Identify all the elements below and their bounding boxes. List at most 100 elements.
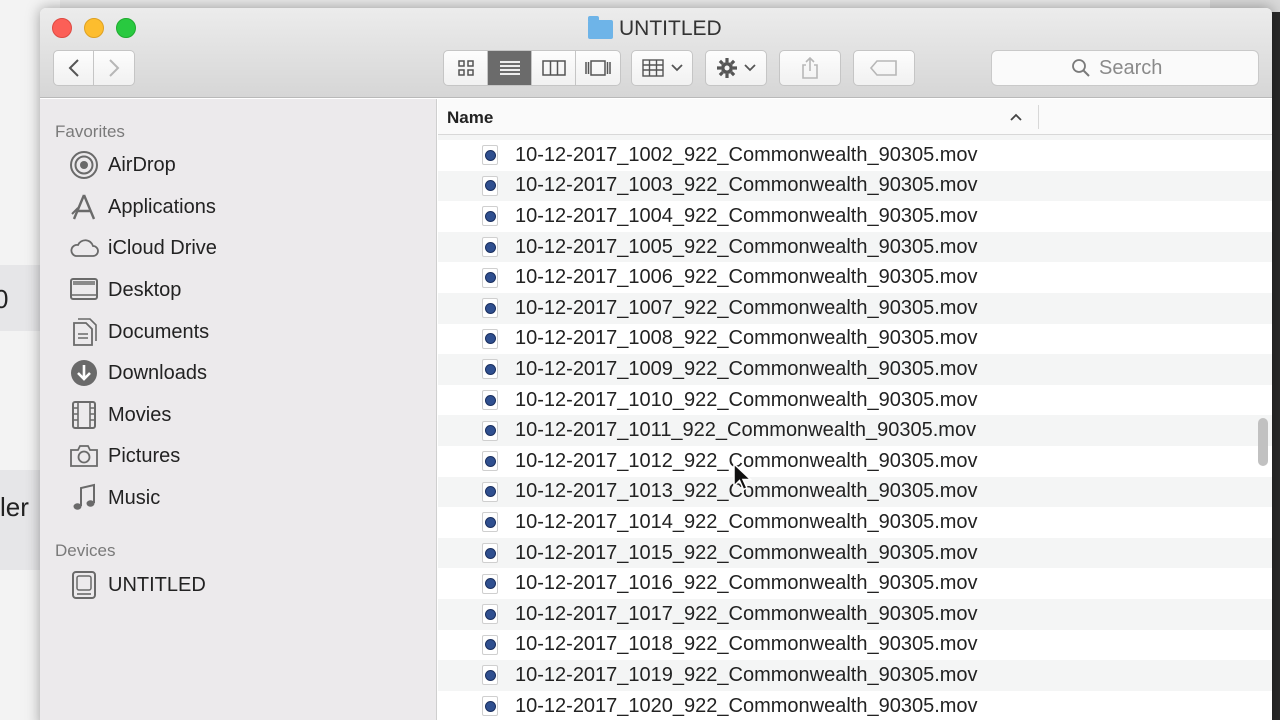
movie-file-icon xyxy=(482,573,498,594)
file-name: 10-12-2017_1007_922_Commonwealth_90305.m… xyxy=(515,296,978,319)
applications-icon xyxy=(68,191,100,223)
table-row[interactable]: 10-12-2017_1017_922_Commonwealth_90305.m… xyxy=(438,599,1272,630)
sidebar-item-pictures[interactable]: Pictures xyxy=(68,438,180,474)
file-name: 10-12-2017_1006_922_Commonwealth_90305.m… xyxy=(515,266,978,289)
file-name: 10-12-2017_1016_922_Commonwealth_90305.m… xyxy=(515,572,978,595)
sidebar-item-airdrop[interactable]: AirDrop xyxy=(68,147,176,183)
table-row[interactable]: 10-12-2017_1002_922_Commonwealth_90305.m… xyxy=(438,140,1272,171)
movie-file-icon xyxy=(482,237,498,258)
movie-file-icon xyxy=(482,665,498,686)
desktop-icon xyxy=(68,274,100,306)
table-row[interactable]: 10-12-2017_1006_922_Commonwealth_90305.m… xyxy=(438,262,1272,293)
action-button[interactable] xyxy=(705,50,767,86)
table-row[interactable]: 10-12-2017_1010_922_Commonwealth_90305.m… xyxy=(438,385,1272,416)
sidebar-item-untitled[interactable]: UNTITLED xyxy=(68,567,206,603)
chevron-down-icon xyxy=(744,64,756,72)
table-row[interactable]: 10-12-2017_1008_922_Commonwealth_90305.m… xyxy=(438,324,1272,355)
table-row[interactable]: 10-12-2017_1007_922_Commonwealth_90305.m… xyxy=(438,293,1272,324)
file-name: 10-12-2017_1018_922_Commonwealth_90305.m… xyxy=(515,633,978,656)
name-column-header[interactable]: Name xyxy=(447,108,493,128)
downloads-icon xyxy=(68,357,100,389)
movie-file-icon xyxy=(482,543,498,564)
file-name: 10-12-2017_1002_922_Commonwealth_90305.m… xyxy=(515,143,978,166)
tag-icon xyxy=(869,60,897,76)
table-row[interactable]: 10-12-2017_1019_922_Commonwealth_90305.m… xyxy=(438,660,1272,691)
file-list: Name 10-12-2017_1002_922_Commonwealth_90… xyxy=(438,99,1272,720)
movie-file-icon xyxy=(482,328,498,349)
file-name: 10-12-2017_1019_922_Commonwealth_90305.m… xyxy=(515,663,978,686)
forward-button[interactable] xyxy=(94,50,135,86)
close-button[interactable] xyxy=(52,18,72,38)
movie-file-icon xyxy=(482,451,498,472)
sidebar-item-label: iCloud Drive xyxy=(108,236,217,259)
share-button[interactable] xyxy=(779,50,841,86)
table-row[interactable]: 10-12-2017_1009_922_Commonwealth_90305.m… xyxy=(438,354,1272,385)
column-view-button[interactable] xyxy=(532,51,576,85)
grid-icon xyxy=(457,60,474,76)
sort-ascending-icon xyxy=(1010,109,1022,124)
tags-button[interactable] xyxy=(853,50,915,86)
window-title-text: UNTITLED xyxy=(619,17,722,40)
minimize-button[interactable] xyxy=(84,18,104,38)
file-name: 10-12-2017_1010_922_Commonwealth_90305.m… xyxy=(515,388,978,411)
movie-file-icon xyxy=(482,390,498,411)
movie-file-icon xyxy=(482,267,498,288)
list-view-button[interactable] xyxy=(488,51,532,85)
movies-icon xyxy=(68,399,100,431)
list-icon xyxy=(499,61,520,75)
movie-file-icon xyxy=(482,206,498,227)
titlebar: UNTITLED xyxy=(40,8,1272,98)
table-row[interactable]: 10-12-2017_1003_922_Commonwealth_90305.m… xyxy=(438,170,1272,202)
finder-window: UNTITLED Search Favorites AirDrop Applic… xyxy=(40,8,1272,720)
share-icon xyxy=(802,56,818,79)
sidebar-item-documents[interactable]: Documents xyxy=(68,314,209,350)
sidebar-item-label: Pictures xyxy=(108,444,181,467)
sidebar: Favorites AirDrop Applications iCloud Dr… xyxy=(40,99,437,720)
sidebar-item-label: Documents xyxy=(108,320,210,343)
table-row[interactable]: 10-12-2017_1020_922_Commonwealth_90305.m… xyxy=(438,691,1272,720)
movie-file-icon xyxy=(482,145,498,166)
table-row[interactable]: 10-12-2017_1016_922_Commonwealth_90305.m… xyxy=(438,568,1272,599)
sidebar-item-music[interactable]: Music xyxy=(68,480,160,516)
sidebar-item-movies[interactable]: Movies xyxy=(68,397,171,433)
movie-file-icon xyxy=(482,604,498,625)
sidebar-item-icloud-drive[interactable]: iCloud Drive xyxy=(68,230,217,266)
search-field[interactable] xyxy=(991,50,1259,86)
sidebar-item-applications[interactable]: Applications xyxy=(68,189,216,225)
table-row[interactable]: 10-12-2017_1014_922_Commonwealth_90305.m… xyxy=(438,507,1272,538)
mouse-pointer-icon xyxy=(733,462,753,491)
chevron-left-icon xyxy=(68,59,79,77)
gear-icon xyxy=(717,58,737,78)
file-rows: 10-12-2017_1002_922_Commonwealth_90305.m… xyxy=(438,135,1272,720)
sidebar-item-label: Desktop xyxy=(108,278,182,301)
sidebar-item-label: AirDrop xyxy=(108,153,176,176)
table-row[interactable]: 10-12-2017_1012_922_Commonwealth_90305.m… xyxy=(438,446,1272,477)
movie-file-icon xyxy=(482,420,498,441)
sidebar-item-label: UNTITLED xyxy=(108,573,206,596)
table-row[interactable]: 10-12-2017_1005_922_Commonwealth_90305.m… xyxy=(438,231,1272,263)
zoom-button[interactable] xyxy=(116,18,136,38)
file-name: 10-12-2017_1005_922_Commonwealth_90305.m… xyxy=(515,235,978,258)
gallery-view-button[interactable] xyxy=(576,51,620,85)
column-divider[interactable] xyxy=(1038,105,1039,129)
table-row[interactable]: 10-12-2017_1004_922_Commonwealth_90305.m… xyxy=(438,201,1272,232)
back-button[interactable] xyxy=(53,50,94,86)
icon-view-button[interactable] xyxy=(444,51,488,85)
columns-icon xyxy=(541,60,566,76)
arrange-button[interactable] xyxy=(631,50,693,86)
column-header[interactable]: Name xyxy=(438,99,1272,135)
movie-file-icon xyxy=(482,634,498,655)
search-input[interactable] xyxy=(1099,56,1179,80)
folder-icon xyxy=(588,15,613,39)
table-row[interactable]: 10-12-2017_1011_922_Commonwealth_90305.m… xyxy=(438,415,1272,446)
table-row[interactable]: 10-12-2017_1015_922_Commonwealth_90305.m… xyxy=(438,537,1272,569)
vertical-scrollbar[interactable] xyxy=(1258,418,1268,466)
sidebar-item-downloads[interactable]: Downloads xyxy=(68,355,207,391)
table-row[interactable]: 10-12-2017_1018_922_Commonwealth_90305.m… xyxy=(438,630,1272,661)
table-row[interactable]: 10-12-2017_1013_922_Commonwealth_90305.m… xyxy=(438,476,1272,508)
sidebar-item-desktop[interactable]: Desktop xyxy=(68,272,181,308)
movie-file-icon xyxy=(482,359,498,380)
search-icon xyxy=(1072,59,1090,77)
documents-icon xyxy=(68,316,100,348)
sidebar-item-label: Downloads xyxy=(108,361,207,384)
